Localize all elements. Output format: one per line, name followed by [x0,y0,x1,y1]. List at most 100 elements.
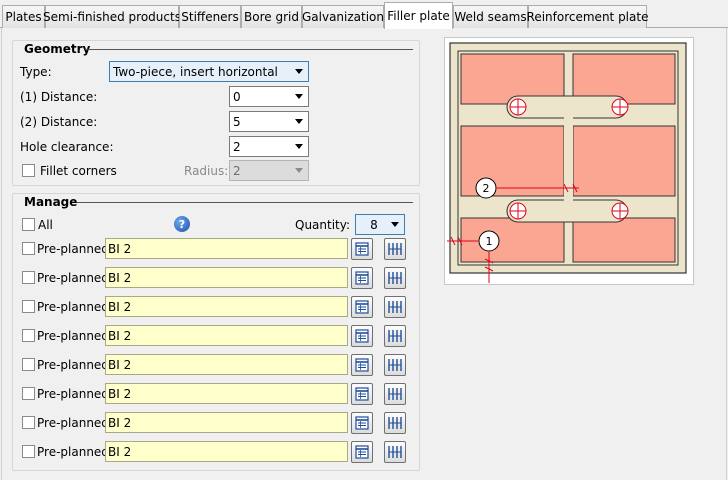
catalog-table-icon [355,271,369,285]
all-label: All [38,218,53,232]
preplanned-label: Pre-planned [37,242,109,256]
quantity-label: Quantity: [295,218,351,232]
preplanned-checkbox[interactable] [22,416,35,429]
marker-1-label: 1 [486,235,493,248]
bi-textbox-value: BI 2 [108,241,132,256]
bi-textbox[interactable]: BI 2 [105,412,348,433]
dimension-spacing-icon [388,417,402,429]
distance2-value: 5 [233,114,241,129]
bi-textbox[interactable]: BI 2 [105,354,348,375]
fillet-corners-label: Fillet corners [40,164,117,178]
bi-textbox[interactable]: BI 2 [105,238,348,259]
bi-textbox-value: BI 2 [108,270,132,285]
bi-textbox-value: BI 2 [108,328,132,343]
preplanned-label: Pre-planned [37,387,109,401]
hole-clearance-select[interactable]: 2 [229,136,309,157]
catalog-button[interactable] [351,354,373,376]
preplanned-label: Pre-planned [37,416,109,430]
fillet-corners-checkbox[interactable] [22,164,35,177]
distance1-select[interactable]: 0 [229,86,309,107]
catalog-table-icon [355,242,369,256]
spacing-button[interactable] [384,354,406,376]
catalog-button[interactable] [351,325,373,347]
preplanned-label: Pre-planned [37,358,109,372]
quantity-select[interactable]: 8 [355,214,405,235]
spacing-button[interactable] [384,325,406,347]
dimension-spacing-icon [388,388,402,400]
type-select[interactable]: Two-piece, insert horizontal [109,61,309,82]
catalog-table-icon [355,300,369,314]
chevron-down-icon [295,144,303,149]
preplanned-label: Pre-planned [37,445,109,459]
distance2-label: (2) Distance: [20,115,98,129]
type-label: Type: [20,65,52,79]
bi-textbox-value: BI 2 [108,386,132,401]
preplanned-checkbox[interactable] [22,358,35,371]
catalog-button[interactable] [351,267,373,289]
bi-textbox-value: BI 2 [108,444,132,459]
manage-title: Manage [24,195,82,209]
help-icon[interactable]: ? [174,216,190,232]
chevron-down-icon [295,94,303,99]
spacing-button[interactable] [384,441,406,463]
tab-bar: Plates Semi-finished products Stiffeners… [0,0,728,29]
hole-clearance-value: 2 [233,139,241,154]
bi-textbox[interactable]: BI 2 [105,325,348,346]
filler-plate-preview: 2 1 [444,37,694,285]
preplanned-checkbox[interactable] [22,271,35,284]
preplanned-label: Pre-planned [37,329,109,343]
all-checkbox[interactable] [22,218,35,231]
catalog-table-icon [355,445,369,459]
manage-group: Manage All ? Quantity: 8 Pre-planned BI 2… [12,193,420,471]
catalog-table-icon [355,387,369,401]
bi-textbox[interactable]: BI 2 [105,441,348,462]
distance1-label: (1) Distance: [20,90,98,104]
distance2-select[interactable]: 5 [229,111,309,132]
geometry-group: Geometry Type: Two-piece, insert horizon… [12,40,420,186]
preplanned-checkbox[interactable] [22,242,35,255]
dimension-spacing-icon [388,272,402,284]
preplanned-checkbox[interactable] [22,300,35,313]
distance1-value: 0 [233,89,241,104]
catalog-table-icon [355,329,369,343]
filler-piece-mid-right [572,125,676,197]
radius-value: 2 [233,163,241,178]
bi-textbox[interactable]: BI 2 [105,267,348,288]
dimension-spacing-icon [388,359,402,371]
catalog-button[interactable] [351,412,373,434]
manage-divider [77,202,413,203]
bi-textbox[interactable]: BI 2 [105,296,348,317]
tab-plates[interactable]: Plates [2,5,45,28]
hole-clearance-label: Hole clearance: [20,140,114,154]
tab-filler-plate[interactable]: Filler plate [384,2,453,29]
catalog-button[interactable] [351,238,373,260]
catalog-table-icon [355,416,369,430]
tab-stiffeners[interactable]: Stiffeners [179,5,241,28]
preplanned-label: Pre-planned [37,271,109,285]
bi-textbox[interactable]: BI 2 [105,383,348,404]
geometry-title: Geometry [24,42,95,56]
dimension-spacing-icon [388,330,402,342]
catalog-button[interactable] [351,296,373,318]
preplanned-checkbox[interactable] [22,387,35,400]
tab-galvanization[interactable]: Galvanization [302,5,384,28]
preplanned-checkbox[interactable] [22,329,35,342]
spacing-button[interactable] [384,412,406,434]
quantity-value: 8 [370,217,378,232]
dimension-spacing-icon [388,243,402,255]
chevron-down-icon [295,119,303,124]
tab-semi-finished-products[interactable]: Semi-finished products [43,5,181,28]
preplanned-checkbox[interactable] [22,445,35,458]
tab-weld-seams[interactable]: Weld seams [453,5,528,28]
spacing-button[interactable] [384,296,406,318]
web-strip [564,104,573,218]
tab-reinforcement-plate[interactable]: Reinforcement plate [527,5,648,28]
catalog-button[interactable] [351,383,373,405]
dimension-spacing-icon [388,301,402,313]
preplanned-label: Pre-planned [37,300,109,314]
spacing-button[interactable] [384,267,406,289]
spacing-button[interactable] [384,238,406,260]
catalog-button[interactable] [351,441,373,463]
tab-bore-grid[interactable]: Bore grid [241,5,302,28]
spacing-button[interactable] [384,383,406,405]
